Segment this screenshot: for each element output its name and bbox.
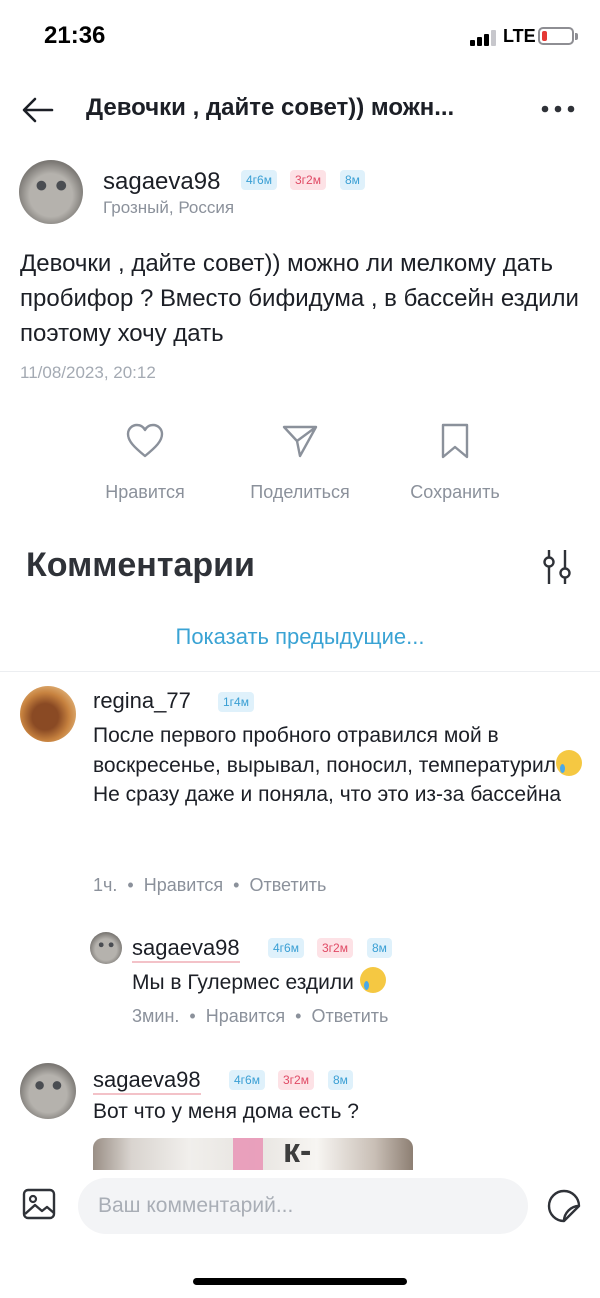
badge-child-age: 4г6м: [268, 938, 304, 958]
commenter-avatar[interactable]: [20, 1063, 76, 1119]
comment-meta: 1ч. • Нравится • Ответить: [93, 875, 327, 895]
like-label: Нравится: [105, 482, 185, 502]
badge-child-age: 1г4м: [218, 692, 254, 712]
author-avatar[interactable]: [19, 160, 83, 224]
comments-heading: Комментарии: [26, 546, 255, 584]
reply-time: 3мин.: [132, 1006, 180, 1026]
reply-avatar[interactable]: [90, 932, 122, 964]
status-time: 21:36: [44, 22, 106, 49]
badge-child-age: 8м: [367, 938, 392, 958]
badge-child-age: 3г2м: [290, 170, 326, 190]
crying-face-emoji: [555, 750, 582, 776]
status-bar: 21:36 LTE: [0, 0, 600, 72]
comment-like-link[interactable]: Нравится: [144, 875, 223, 895]
post-author-name[interactable]: sagaeva98: [103, 168, 220, 196]
bookmark-icon: [441, 423, 469, 459]
badge-child-age: 3г2м: [317, 938, 353, 958]
top-nav: Девочки , дайте совет)) можн...: [0, 80, 600, 140]
more-options-icon[interactable]: [540, 94, 576, 124]
badge-child-age: 4г6м: [229, 1070, 265, 1090]
back-arrow-icon[interactable]: [20, 92, 56, 128]
author-location: Грозный, Россия: [103, 198, 235, 217]
reply-meta: 3мин. • Нравится • Ответить: [132, 1006, 389, 1026]
reply-reply-link[interactable]: Ответить: [311, 1006, 388, 1026]
badge-child-age: 8м: [328, 1070, 353, 1090]
save-label: Сохранить: [410, 482, 500, 502]
post-date: 11/08/2023, 20:12: [20, 363, 156, 382]
filter-sliders-icon[interactable]: [540, 548, 574, 586]
reply-text: Мы в Гулермес ездили: [132, 967, 386, 997]
commenter-name[interactable]: sagaeva98: [93, 1067, 201, 1095]
comment-input[interactable]: [78, 1178, 528, 1234]
page-title: Девочки , дайте совет)) можн...: [86, 94, 455, 121]
network-label: LTE: [503, 26, 536, 46]
sticker-icon[interactable]: [546, 1188, 582, 1224]
crying-face-emoji: [359, 967, 386, 993]
comment-time: 1ч.: [93, 875, 118, 895]
comment-image[interactable]: к-: [93, 1138, 413, 1170]
commenter-name[interactable]: regina_77: [93, 688, 191, 714]
battery-icon: [538, 27, 578, 45]
reply-author-name[interactable]: sagaeva98: [132, 935, 240, 963]
reply-text-line: Мы в Гулермес ездили: [132, 971, 354, 994]
comment-text: После первого пробного отравился мой в в…: [93, 721, 583, 809]
signal-icon: [470, 30, 496, 46]
badge-child-age: 4г6м: [241, 170, 277, 190]
gallery-image-icon[interactable]: [22, 1188, 56, 1220]
comment-text-line: После первого пробного отравился мой в в…: [93, 724, 556, 777]
comment-composer: [0, 1170, 600, 1298]
share-button[interactable]: Поделиться: [230, 422, 370, 512]
badge-child-age: 3г2м: [278, 1070, 314, 1090]
comment-reply-link[interactable]: Ответить: [249, 875, 326, 895]
post-text: Девочки , дайте совет)) можно ли мелкому…: [20, 250, 579, 347]
reply-like-link[interactable]: Нравится: [206, 1006, 285, 1026]
share-send-icon: [282, 425, 318, 458]
heart-icon: [126, 423, 164, 458]
commenter-avatar[interactable]: [20, 686, 76, 742]
show-previous-link[interactable]: Показать предыдущие...: [0, 624, 600, 650]
like-button[interactable]: Нравится: [75, 422, 215, 512]
divider: [0, 671, 600, 672]
share-label: Поделиться: [250, 482, 350, 502]
comment-text: Вот что у меня дома есть ?: [93, 1100, 359, 1123]
comment-text-line: Не сразу даже и поняла, что это из-за ба…: [93, 783, 562, 806]
save-button[interactable]: Сохранить: [385, 422, 525, 512]
home-indicator: [193, 1278, 407, 1285]
badge-child-age: 8м: [340, 170, 365, 190]
